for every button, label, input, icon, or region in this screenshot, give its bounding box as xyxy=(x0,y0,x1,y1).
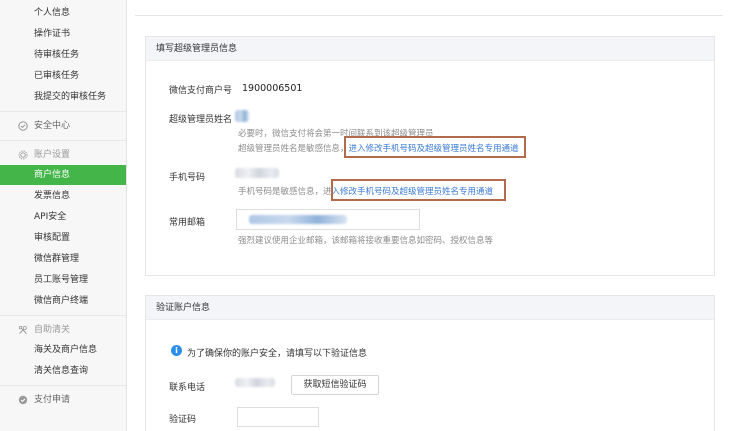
sidebar-item-label: 支付申请 xyxy=(34,395,71,405)
phone-masked-value xyxy=(235,168,279,178)
sidebar-item-label: API安全 xyxy=(34,212,67,222)
info-icon: i xyxy=(171,345,182,356)
verify-notice: 为了确保你的账户安全，请填写以下验证信息 xyxy=(187,349,368,359)
sidebar-item-label: 已审核任务 xyxy=(34,71,80,81)
sidebar-item-label: 安全中心 xyxy=(34,121,71,131)
verify-panel: 验证账户信息 xyxy=(145,295,715,431)
sidebar-item-my-submitted[interactable]: 我提交的审核任务 xyxy=(0,87,126,107)
section-title: 填写超级管理员信息 xyxy=(146,37,714,61)
sidebar-item-label: 发票信息 xyxy=(34,191,71,201)
sidebar-item-label: 个人信息 xyxy=(34,8,71,18)
sidebar-divider xyxy=(0,140,126,141)
merchant-id-value: 1900006501 xyxy=(242,83,303,94)
sidebar-item-merchant-terminal[interactable]: 微信商户终端 xyxy=(0,291,126,311)
sidebar-item-label: 微信群管理 xyxy=(34,254,80,264)
sidebar-divider xyxy=(0,315,126,316)
email-label: 常用邮箱 xyxy=(169,218,206,228)
sidebar-item-merchant-info[interactable]: 商户信息 xyxy=(0,165,126,185)
tools-icon xyxy=(19,325,27,334)
sidebar-item-invoice-info[interactable]: 发票信息 xyxy=(0,186,126,206)
sidebar-item-certificate[interactable]: 操作证书 xyxy=(0,24,126,44)
contact-phone-masked-value xyxy=(235,378,275,387)
sidebar-divider xyxy=(0,111,126,112)
payment-icon xyxy=(18,395,28,405)
sidebar-item-customs-info[interactable]: 海关及商户信息 xyxy=(0,340,126,360)
contact-phone-label: 联系电话 xyxy=(169,383,206,393)
top-divider xyxy=(135,15,723,16)
sidebar-item-label: 清关信息查询 xyxy=(34,366,89,376)
verify-code-input[interactable] xyxy=(237,407,319,427)
sidebar-item-label: 操作证书 xyxy=(34,29,71,39)
sidebar-item-label: 海关及商户信息 xyxy=(34,345,98,355)
sidebar-group-account-settings: 账户设置 xyxy=(0,145,126,165)
admin-name-masked-value xyxy=(235,110,249,122)
sidebar-item-clearance-query[interactable]: 清关信息查询 xyxy=(0,361,126,381)
sidebar-item-personal-info[interactable]: 个人信息 xyxy=(0,3,126,23)
sidebar-item-reviewed[interactable]: 已审核任务 xyxy=(0,66,126,86)
admin-name-label: 超级管理员姓名 xyxy=(169,115,233,125)
gear-icon xyxy=(18,150,28,160)
highlight-box xyxy=(331,179,506,201)
phone-label: 手机号码 xyxy=(169,173,206,183)
verify-code-label: 验证码 xyxy=(169,415,197,425)
shield-icon xyxy=(18,121,28,131)
sidebar-item-staff-accounts[interactable]: 员工账号管理 xyxy=(0,270,126,290)
sidebar-group-label: 账户设置 xyxy=(34,150,71,160)
sidebar-item-label: 商户信息 xyxy=(34,170,71,180)
sidebar-item-label: 微信商户终端 xyxy=(34,296,89,306)
sidebar-item-security[interactable]: 安全中心 xyxy=(0,116,126,136)
main-content: 填写超级管理员信息 微信支付商户号 1900006501 超级管理员姓名 必要时… xyxy=(127,0,731,431)
sidebar-item-label: 我提交的审核任务 xyxy=(34,92,107,102)
sidebar: 个人信息 操作证书 待审核任务 已审核任务 我提交的审核任务 安全中心 账户设置… xyxy=(0,0,127,431)
email-hint: 强烈建议使用企业邮箱，该邮箱将接收重要信息如密码、授权信息等 xyxy=(238,236,494,246)
sidebar-item-label: 审核配置 xyxy=(34,233,71,243)
email-field[interactable] xyxy=(236,209,420,230)
merchant-id-label: 微信支付商户号 xyxy=(169,86,233,96)
sidebar-item-payment-apply[interactable]: 支付申请 xyxy=(0,390,126,410)
sidebar-item-pending-review[interactable]: 待审核任务 xyxy=(0,45,126,65)
section-title: 验证账户信息 xyxy=(146,296,714,320)
sidebar-item-wechat-group[interactable]: 微信群管理 xyxy=(0,249,126,269)
email-masked-value xyxy=(249,215,347,224)
sidebar-divider xyxy=(0,385,126,386)
sidebar-group-self-clearance: 自助清关 xyxy=(0,320,126,340)
highlight-box xyxy=(344,136,526,158)
sidebar-item-review-config[interactable]: 审核配置 xyxy=(0,228,126,248)
sidebar-group-label: 自助清关 xyxy=(34,325,71,335)
sidebar-item-label: 待审核任务 xyxy=(34,50,80,60)
sidebar-item-label: 员工账号管理 xyxy=(34,275,89,285)
sidebar-item-api-security[interactable]: API安全 xyxy=(0,207,126,227)
get-sms-code-button[interactable]: 获取短信验证码 xyxy=(291,375,379,395)
